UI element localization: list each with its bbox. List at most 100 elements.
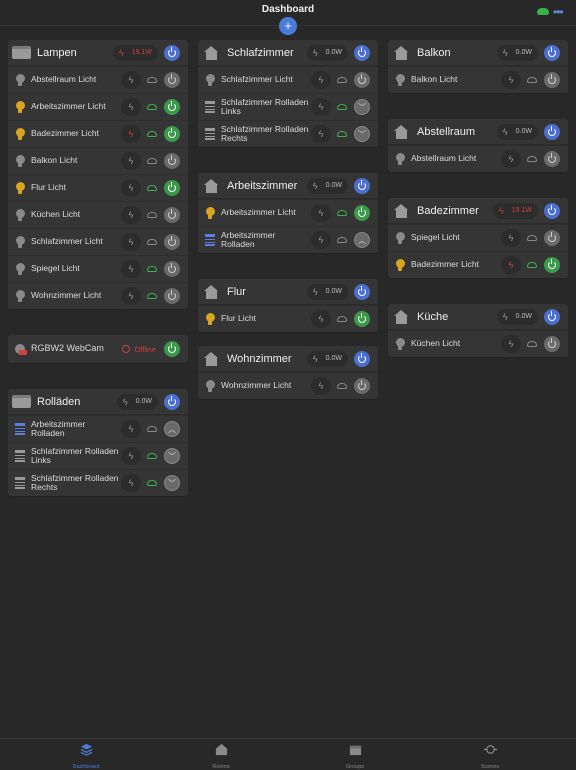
card-header[interactable]: Rolläden ϟ 0.0W <box>8 389 188 415</box>
power-button[interactable] <box>164 99 180 115</box>
bolt-icon[interactable]: ϟ <box>311 125 331 143</box>
chevron-up-icon[interactable]: ︿ <box>164 421 180 437</box>
bolt-icon[interactable]: ϟ <box>121 125 141 143</box>
list-item[interactable]: Arbeitszimmer Rolladen ϟ ︿ <box>8 415 188 442</box>
list-item[interactable]: Badezimmer Licht ϟ <box>8 120 188 147</box>
card-header[interactable]: Arbeitszimmer ϟ 0.0W <box>198 173 378 199</box>
chevron-down-icon[interactable]: ﹀ <box>354 99 370 115</box>
room-power-button[interactable] <box>354 283 370 300</box>
power-button[interactable] <box>164 207 180 223</box>
list-item[interactable]: Schlafzimmer Licht ϟ <box>198 66 378 93</box>
list-item[interactable]: Flur Licht ϟ <box>198 305 378 332</box>
bolt-icon[interactable]: ϟ <box>121 447 141 465</box>
list-item[interactable]: Balkon Licht ϟ <box>8 147 188 174</box>
bolt-icon[interactable]: ϟ <box>121 206 141 224</box>
chevron-up-icon[interactable]: ︿ <box>354 232 370 248</box>
power-button[interactable] <box>354 72 370 88</box>
chevron-down-icon[interactable]: ﹀ <box>354 126 370 142</box>
list-item[interactable]: Abstellraum Licht ϟ <box>8 66 188 93</box>
bolt-icon[interactable]: ϟ <box>311 71 331 89</box>
power-button[interactable] <box>164 153 180 169</box>
list-item[interactable]: Flur Licht ϟ <box>8 174 188 201</box>
bolt-icon[interactable]: ϟ <box>501 71 521 89</box>
bolt-icon[interactable]: ϟ <box>121 152 141 170</box>
room-power-button[interactable] <box>354 177 370 194</box>
list-item[interactable]: Spiegel Licht ϟ <box>8 255 188 282</box>
power-button[interactable] <box>354 205 370 221</box>
card-header[interactable]: Schlafzimmer ϟ 0.0W <box>198 40 378 66</box>
list-item[interactable]: RGBW2 WebCam Offline <box>8 335 188 363</box>
bolt-icon[interactable]: ϟ <box>501 256 521 274</box>
power-button[interactable] <box>354 311 370 327</box>
add-button[interactable]: + <box>279 17 297 35</box>
power-button[interactable] <box>354 378 370 394</box>
bolt-icon[interactable]: ϟ <box>311 204 331 222</box>
tab-groups[interactable]: Groups <box>315 743 395 770</box>
group-power-button[interactable] <box>164 44 180 61</box>
tab-scenes[interactable]: Scenes <box>450 743 530 770</box>
card-header[interactable]: Flur ϟ 0.0W <box>198 279 378 305</box>
room-power-button[interactable] <box>544 123 560 140</box>
bolt-icon[interactable]: ϟ <box>501 229 521 247</box>
chevron-down-icon[interactable]: ﹀ <box>164 448 180 464</box>
bolt-icon[interactable]: ϟ <box>121 260 141 278</box>
bolt-icon[interactable]: ϟ <box>501 150 521 168</box>
list-item[interactable]: Küchen Licht ϟ <box>8 201 188 228</box>
more-options-icon[interactable]: ••• <box>553 5 564 19</box>
list-item[interactable]: Arbeitszimmer Licht ϟ <box>8 93 188 120</box>
room-power-button[interactable] <box>354 44 370 61</box>
power-button[interactable] <box>544 72 560 88</box>
card-header[interactable]: Lampen ϟ 19.1W <box>8 40 188 66</box>
power-button[interactable] <box>544 151 560 167</box>
bolt-icon[interactable]: ϟ <box>311 310 331 328</box>
list-item[interactable]: Schlafzimmer Rolladen Rechts ϟ ﹀ <box>198 120 378 147</box>
list-item[interactable]: Schlafzimmer Rolladen Rechts ϟ ﹀ <box>8 469 188 496</box>
bolt-icon[interactable]: ϟ <box>121 287 141 305</box>
bolt-icon[interactable]: ϟ <box>311 98 331 116</box>
card-header[interactable]: Balkon ϟ 0.0W <box>388 40 568 66</box>
power-button[interactable] <box>544 336 560 352</box>
bolt-icon[interactable]: ϟ <box>121 420 141 438</box>
card-header[interactable]: Badezimmer ϟ 19.1W <box>388 198 568 224</box>
bolt-icon[interactable]: ϟ <box>121 71 141 89</box>
bolt-icon[interactable]: ϟ <box>121 233 141 251</box>
group-power-button[interactable] <box>164 393 180 410</box>
tab-dashboard[interactable]: Dashboard <box>46 743 126 770</box>
tab-rooms[interactable]: Rooms <box>181 743 261 770</box>
list-item[interactable]: Schlafzimmer Licht ϟ <box>8 228 188 255</box>
list-item[interactable]: Arbeitszimmer Rolladen ϟ ︿ <box>198 226 378 253</box>
bolt-icon[interactable]: ϟ <box>311 231 331 249</box>
bolt-icon[interactable]: ϟ <box>121 98 141 116</box>
list-item[interactable]: Spiegel Licht ϟ <box>388 224 568 251</box>
list-item[interactable]: Wohnzimmer Licht ϟ <box>198 372 378 399</box>
list-item[interactable]: Badezimmer Licht ϟ <box>388 251 568 278</box>
bolt-icon[interactable]: ϟ <box>501 335 521 353</box>
card-header[interactable]: Abstellraum ϟ 0.0W <box>388 119 568 145</box>
power-button[interactable] <box>164 288 180 304</box>
list-item[interactable]: Wohnzimmer Licht ϟ <box>8 282 188 309</box>
bolt-icon[interactable]: ϟ <box>311 377 331 395</box>
card-header[interactable]: Küche ϟ 0.0W <box>388 304 568 330</box>
power-button[interactable] <box>164 72 180 88</box>
room-power-button[interactable] <box>544 44 560 61</box>
room-power-button[interactable] <box>544 308 560 325</box>
card-header[interactable]: Wohnzimmer ϟ 0.0W <box>198 346 378 372</box>
room-power-button[interactable] <box>354 350 370 367</box>
power-button[interactable] <box>164 341 180 357</box>
list-item[interactable]: Balkon Licht ϟ <box>388 66 568 93</box>
power-button[interactable] <box>544 230 560 246</box>
list-item[interactable]: Küchen Licht ϟ <box>388 330 568 357</box>
power-button[interactable] <box>544 257 560 273</box>
bolt-icon[interactable]: ϟ <box>121 474 141 492</box>
list-item[interactable]: Schlafzimmer Rolladen Links ϟ ﹀ <box>198 93 378 120</box>
power-button[interactable] <box>164 261 180 277</box>
power-button[interactable] <box>164 234 180 250</box>
chevron-down-icon[interactable]: ﹀ <box>164 475 180 491</box>
power-button[interactable] <box>164 180 180 196</box>
room-power-button[interactable] <box>544 202 560 219</box>
power-button[interactable] <box>164 126 180 142</box>
list-item[interactable]: Abstellraum Licht ϟ <box>388 145 568 172</box>
bolt-icon[interactable]: ϟ <box>121 179 141 197</box>
list-item[interactable]: Arbeitszimmer Licht ϟ <box>198 199 378 226</box>
list-item[interactable]: Schlafzimmer Rolladen Links ϟ ﹀ <box>8 442 188 469</box>
